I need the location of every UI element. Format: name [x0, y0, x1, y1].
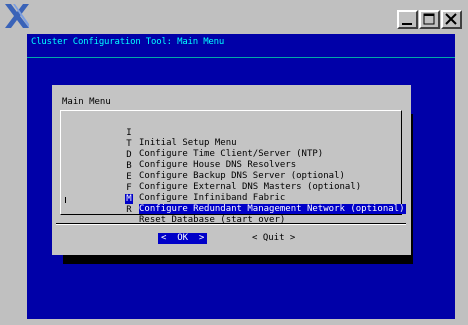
menu-item-key: E	[126, 172, 132, 182]
menu-item-label: Configure External DNS Masters (optional…	[139, 182, 362, 192]
title-divider	[27, 57, 461, 58]
quit-button[interactable]: < Quit >	[252, 233, 295, 244]
menu-item-key: M	[125, 194, 133, 204]
menu-list: I Initial Setup Menu T Configure Time Cl…	[60, 110, 406, 225]
menu-item-key: R	[126, 205, 132, 215]
menu-item-key: B	[126, 161, 132, 171]
menu-item-label: Configure Backup DNS Server (optional)	[139, 171, 345, 181]
close-icon	[445, 13, 457, 25]
minimize-button[interactable]	[397, 10, 418, 29]
menu-item-key: D	[126, 150, 132, 160]
menu-item-label: Configure Redundant Management Network (…	[139, 204, 406, 214]
menu-item-backup-dns[interactable]: B Configure Backup DNS Server (optional)	[61, 151, 345, 181]
menu-item-key: I	[126, 128, 132, 138]
menu-item-label: Configure Infiniband Fabric	[139, 193, 286, 203]
menu-item-initial-setup[interactable]: I Initial Setup Menu	[61, 118, 236, 148]
menu-item-key: T	[126, 139, 132, 149]
menu-item-time-client[interactable]: T Configure Time Client/Server (NTP)	[61, 129, 323, 159]
maximize-icon	[423, 13, 435, 25]
list-bracket	[65, 197, 66, 203]
scrollbar[interactable]	[455, 34, 461, 319]
menu-item-redundant-mgmt[interactable]: M Configure Redundant Management Network…	[61, 184, 406, 214]
menu-item-label: Configure Time Client/Server (NTP)	[139, 149, 324, 159]
menu-item-label: Configure House DNS Resolvers	[139, 160, 297, 170]
menu-item-infiniband[interactable]: F Configure Infiniband Fabric	[61, 173, 285, 203]
xterm-window: Cluster Configuration Tool: Main Menu Ma…	[0, 0, 468, 325]
close-button[interactable]	[441, 10, 462, 29]
dialog-title: Main Menu	[62, 97, 111, 107]
dialog-divider-highlight	[56, 224, 406, 225]
menu-item-house-dns[interactable]: D Configure House DNS Resolvers	[61, 140, 296, 170]
window-titlebar[interactable]	[0, 0, 468, 32]
menu-item-key: F	[126, 183, 132, 193]
x-logo-icon	[5, 4, 29, 28]
minimize-icon	[402, 23, 412, 25]
menu-item-label: Initial Setup Menu	[139, 138, 237, 148]
menu-item-reset-database[interactable]: R Reset Database (start over)	[61, 195, 285, 225]
ok-button[interactable]: < OK >	[158, 233, 208, 244]
main-menu-dialog: Main Menu I Initial Setup Menu T Configu…	[52, 85, 411, 255]
terminal-title: Cluster Configuration Tool: Main Menu	[31, 37, 225, 47]
maximize-button[interactable]	[419, 10, 440, 29]
menu-item-external-dns[interactable]: E Configure External DNS Masters (option…	[61, 162, 361, 192]
